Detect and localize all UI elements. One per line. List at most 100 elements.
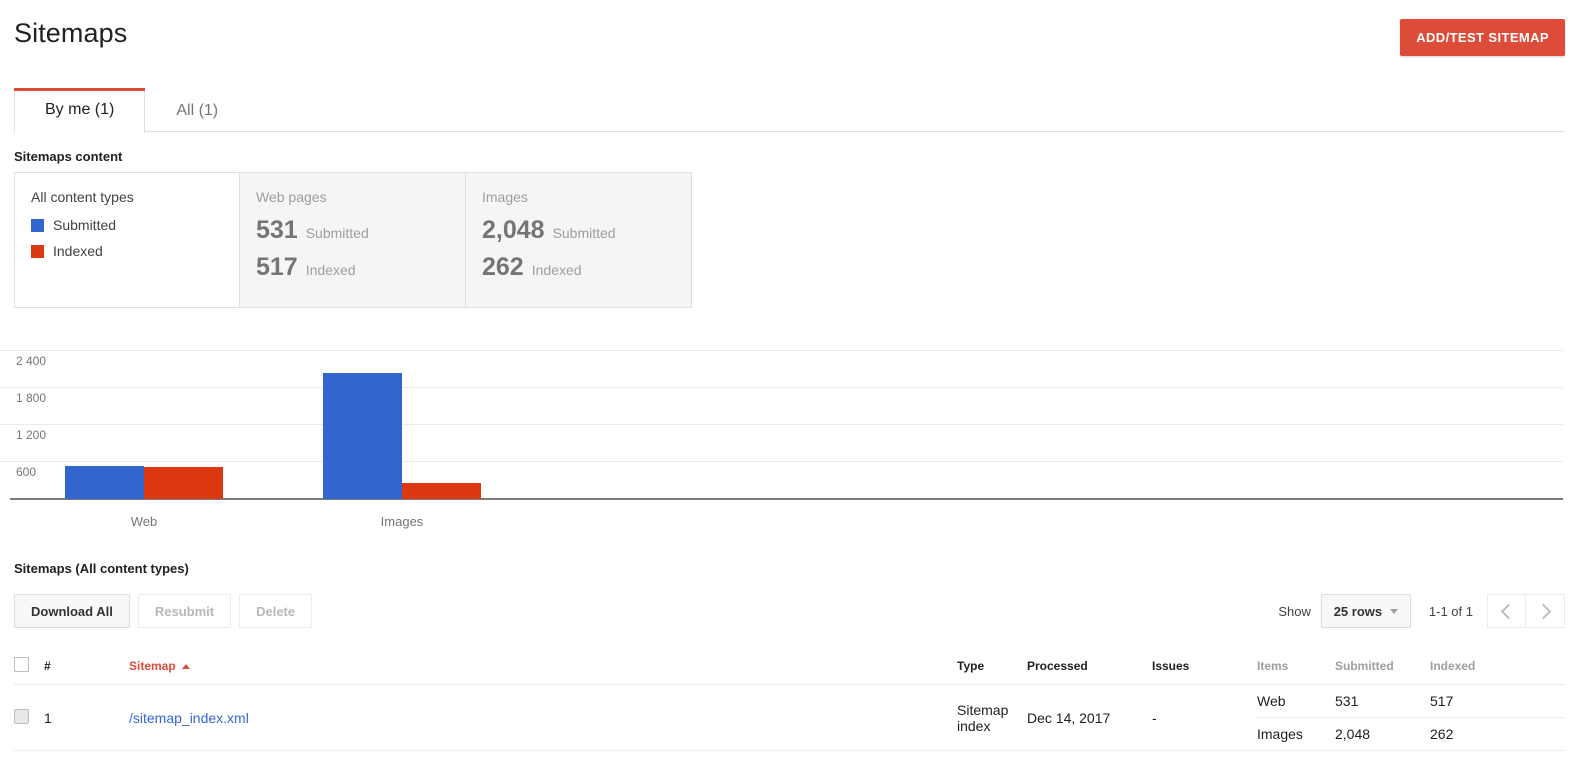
legend-label-submitted: Submitted: [53, 217, 117, 233]
row-details-cell: Web 531 517 Images 2,048 262: [1257, 684, 1565, 751]
chart-bar-web-submitted: [65, 466, 144, 499]
chart-y-tick-label: 1 200: [16, 428, 47, 443]
detail-submitted-web: 531: [1335, 693, 1359, 709]
row-issues: -: [1152, 684, 1257, 751]
stat-card-images-title: Images: [482, 189, 528, 205]
tab-bar: By me (1) All (1): [14, 88, 1565, 133]
row-checkbox[interactable]: [14, 708, 29, 724]
sitemaps-content-heading: Sitemaps content: [14, 149, 123, 164]
chart-x-label-web: Web: [130, 514, 158, 529]
stat-label-web-indexed: Indexed: [305, 262, 356, 278]
show-label: Show: [1278, 603, 1311, 619]
stat-card-web-pages: Web pages 531 Submitted 517 Indexed: [240, 172, 466, 308]
next-page-button[interactable]: [1526, 594, 1565, 628]
chart-gridline: [0, 461, 1563, 463]
detail-items-web: Web: [1257, 693, 1286, 709]
active-tab-indicator: [14, 88, 146, 91]
rows-per-page-select[interactable]: 25 rows: [1320, 594, 1411, 628]
chart-gridline: [0, 350, 1563, 352]
legend-item-submitted: Submitted: [31, 217, 239, 233]
previous-page-button[interactable]: [1487, 594, 1526, 628]
legend-swatch-indexed-icon: [31, 244, 44, 258]
row-details-subtable: Web 531 517 Images 2,048 262: [1257, 685, 1565, 750]
table-toolbar: Download All Resubmit Delete: [14, 594, 313, 628]
select-all-checkbox[interactable]: [14, 657, 29, 672]
legend-item-indexed: Indexed: [31, 243, 239, 259]
stat-line-images-indexed: 262 Indexed: [482, 253, 691, 282]
content-summary-cards: All content types Submitted Indexed Web …: [14, 172, 692, 308]
rows-per-page-value: 25 rows: [1333, 603, 1383, 619]
chart-y-tick-label: 600: [16, 465, 37, 480]
stat-value-web-indexed: 517: [256, 253, 298, 281]
stat-label-images-indexed: Indexed: [531, 262, 582, 278]
stat-value-images-indexed: 262: [482, 253, 524, 281]
sitemap-bar-chart: 600 1 200 1 800 2 400 Web Images: [0, 326, 1579, 538]
row-sitemap-cell: /sitemap_index.xml: [129, 684, 957, 751]
stat-label-web-submitted: Submitted: [305, 225, 369, 241]
detail-submitted-images: 2,048: [1335, 717, 1430, 750]
page-title: Sitemaps: [14, 18, 128, 48]
pagination-controls: Show 25 rows 1-1 of 1: [1278, 594, 1565, 628]
sitemap-link[interactable]: /sitemap_index.xml: [129, 710, 249, 726]
column-header-index: #: [44, 647, 129, 685]
row-processed: Dec 14, 2017: [1027, 684, 1152, 751]
delete-button[interactable]: Delete: [239, 594, 313, 628]
chart-gridline: [0, 424, 1563, 426]
tab-by-me[interactable]: By me (1): [14, 88, 146, 133]
chart-bar-images-submitted: [323, 373, 402, 499]
stat-card-web-pages-title: Web pages: [256, 189, 327, 205]
legend-card: All content types Submitted Indexed: [14, 172, 240, 308]
detail-row-images: Images 2,048 262: [1257, 717, 1565, 750]
stat-card-images: Images 2,048 Submitted 262 Indexed: [466, 172, 692, 308]
chart-y-tick-label: 1 800: [16, 391, 47, 406]
tab-all[interactable]: All (1): [145, 88, 249, 132]
tab-all-label: All (1): [176, 102, 219, 119]
chart-axis-baseline: [10, 498, 1563, 500]
chevron-right-icon: [1535, 603, 1552, 619]
chevron-down-icon: [1390, 608, 1399, 614]
sitemaps-table-heading: Sitemaps (All content types): [14, 561, 189, 576]
column-header-items: Items: [1257, 647, 1335, 685]
row-select-cell: [14, 684, 44, 751]
stat-line-web-indexed: 517 Indexed: [256, 253, 465, 282]
legend-swatch-submitted-icon: [31, 218, 44, 232]
chart-bar-images-indexed: [402, 482, 481, 499]
add-test-sitemap-button[interactable]: ADD/TEST SITEMAP: [1400, 19, 1565, 56]
chart-bar-web-indexed: [144, 467, 223, 499]
sitemaps-table: # Sitemap Type Processed Issues Items Su…: [14, 647, 1565, 751]
column-header-issues: Issues: [1152, 647, 1257, 685]
column-header-sitemap-label: Sitemap: [129, 659, 176, 673]
column-header-type: Type: [957, 647, 1027, 685]
stat-line-images-submitted: 2,048 Submitted: [482, 216, 691, 245]
download-all-button[interactable]: Download All: [14, 594, 130, 628]
detail-indexed-web: 517: [1430, 693, 1454, 709]
sitemaps-page: Sitemaps ADD/TEST SITEMAP By me (1) All …: [0, 0, 1579, 758]
column-header-processed: Processed: [1027, 647, 1152, 685]
column-header-submitted: Submitted: [1335, 647, 1430, 685]
legend-title: All content types: [31, 189, 134, 205]
select-all-header: [14, 647, 44, 685]
page-header: Sitemaps ADD/TEST SITEMAP: [0, 0, 1579, 78]
pagination-range: 1-1 of 1: [1428, 603, 1473, 619]
resubmit-button[interactable]: Resubmit: [137, 594, 232, 628]
chart-gridline: [0, 387, 1563, 389]
detail-items-images: Images: [1257, 717, 1335, 750]
chart-x-label-images: Images: [380, 514, 424, 529]
table-header-row: # Sitemap Type Processed Issues Items Su…: [14, 647, 1565, 685]
sort-ascending-icon: [181, 664, 190, 670]
table-row: 1 /sitemap_index.xml Sitemap index Dec 1…: [14, 684, 1565, 751]
stat-value-images-submitted: 2,048: [482, 216, 545, 244]
row-index: 1: [44, 684, 129, 751]
chart-y-tick-label: 2 400: [16, 354, 47, 369]
row-type: Sitemap index: [957, 684, 1027, 751]
stat-value-web-submitted: 531: [256, 216, 298, 244]
detail-row-web: Web 531 517: [1257, 685, 1565, 718]
legend-label-indexed: Indexed: [53, 243, 103, 259]
stat-line-web-submitted: 531 Submitted: [256, 216, 465, 245]
stat-label-images-submitted: Submitted: [552, 225, 616, 241]
column-header-sitemap[interactable]: Sitemap: [129, 647, 957, 685]
tab-by-me-label: By me (1): [45, 101, 115, 118]
chevron-left-icon: [1500, 603, 1516, 619]
column-header-indexed: Indexed: [1430, 647, 1565, 685]
detail-indexed-images: 262: [1430, 717, 1565, 750]
